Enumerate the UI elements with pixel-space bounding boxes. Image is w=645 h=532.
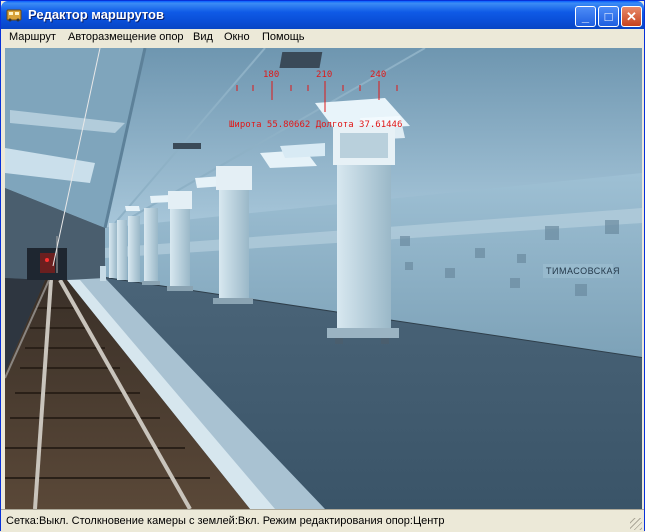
- title-bar[interactable]: Редактор маршрутов _ □ ✕: [1, 1, 644, 29]
- metro-scene: ТИМАСОВСКАЯ 180 210 240 Широта 55.80662 …: [5, 48, 642, 509]
- status-bar: Сетка:Выкл. Столкновение камеры с землей…: [1, 509, 644, 532]
- resize-grip[interactable]: [630, 518, 642, 530]
- app-icon: [6, 9, 22, 22]
- coordinates-readout: Широта 55.80662 Долгота 37.61446: [229, 120, 402, 130]
- app-window: Редактор маршрутов _ □ ✕ Маршрут Автораз…: [0, 0, 645, 532]
- compass-label-240: 240: [370, 70, 386, 80]
- minimize-button[interactable]: _: [575, 6, 596, 27]
- menu-view[interactable]: Вид: [193, 31, 213, 43]
- menu-marshrut[interactable]: Маршрут: [9, 31, 56, 43]
- menu-window[interactable]: Окно: [224, 31, 250, 43]
- compass-label-210: 210: [316, 70, 332, 80]
- compass-label-180: 180: [263, 70, 279, 80]
- station-sign: ТИМАСОВСКАЯ: [546, 266, 620, 276]
- menu-bar: Маршрут Авторазмещение опор Вид Окно Пом…: [1, 29, 644, 48]
- menu-auto-placement[interactable]: Авторазмещение опор: [68, 31, 184, 43]
- 3d-viewport[interactable]: ТИМАСОВСКАЯ 180 210 240 Широта 55.80662 …: [5, 48, 642, 509]
- window-title: Редактор маршрутов: [28, 7, 164, 22]
- close-button[interactable]: ✕: [621, 6, 642, 27]
- maximize-button[interactable]: □: [598, 6, 619, 27]
- status-text: Сетка:Выкл. Столкновение камеры с землей…: [6, 515, 445, 527]
- menu-help[interactable]: Помощь: [262, 31, 305, 43]
